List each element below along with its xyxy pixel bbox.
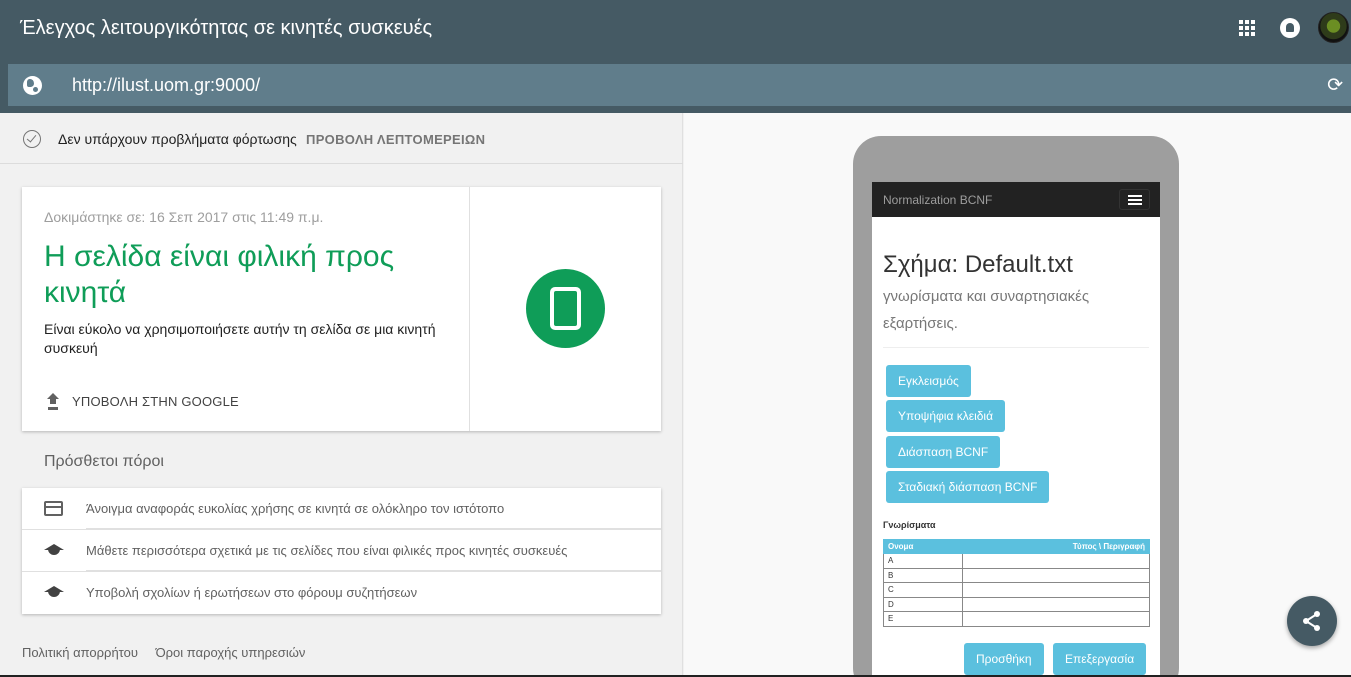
- preview-edit-button[interactable]: Επεξεργασία: [1053, 643, 1147, 675]
- table-header: Τύπος \ Περιγραφή: [962, 539, 1150, 554]
- resources-title: Πρόσθετοι πόροι: [44, 453, 164, 470]
- submit-to-google-button[interactable]: ΥΠΟΒΟΛΗ ΣΤΗΝ GOOGLE: [46, 391, 239, 411]
- reload-icon[interactable]: ⟳: [1327, 76, 1343, 95]
- table-header: Ονομα: [882, 539, 964, 554]
- result-card: Δοκιμάστηκε σε: 16 Σεπ 2017 στις 11:49 π…: [22, 187, 661, 431]
- web-icon: [44, 501, 63, 516]
- preview-candidate-keys-button[interactable]: Υποψήφια κλειδιά: [886, 400, 1006, 432]
- result-description: Είναι εύκολο να χρησιμοποιήσετε αυτήν τη…: [44, 321, 436, 356]
- resource-item-learn-more[interactable]: Μάθετε περισσότερα σχετικά με τις σελίδε…: [22, 530, 661, 572]
- url-bar: http://ilust.uom.gr:9000/ ⟳: [8, 64, 1351, 106]
- share-icon: [1303, 611, 1320, 631]
- submit-to-google-label: ΥΠΟΒΟΛΗ ΣΤΗΝ GOOGLE: [72, 393, 239, 409]
- table-row: D: [882, 596, 1150, 612]
- tested-timestamp: Δοκιμάστηκε σε: 16 Σεπ 2017 στις 11:49 π…: [44, 209, 324, 225]
- hamburger-menu-icon[interactable]: [1119, 189, 1150, 210]
- preview-divider: [883, 347, 1149, 348]
- preview-brand: Normalization BCNF: [883, 193, 993, 207]
- apps-grid-icon[interactable]: [1239, 20, 1255, 36]
- resource-item-full-report[interactable]: Άνοιγμα αναφοράς ευκολίας χρήσης σε κινη…: [22, 488, 661, 530]
- preview-attributes-table: Ονομα Τύπος \ Περιγραφή A B C D E: [882, 539, 1150, 627]
- globe-icon: [23, 76, 42, 95]
- share-button[interactable]: [1287, 596, 1337, 646]
- table-row: B: [882, 567, 1150, 583]
- mobile-friendly-phone-icon: [526, 269, 605, 348]
- resource-item-forum[interactable]: Υποβολή σχολίων ή ερωτήσεων στο φόρουμ σ…: [22, 572, 661, 614]
- school-icon: [44, 543, 64, 558]
- footer-links: Πολιτική απορρήτου Όροι παροχής υπηρεσιώ…: [22, 645, 319, 660]
- loading-status-row: Δεν υπάρχουν προβλήματα φόρτωσης ΠΡΟΒΟΛΗ…: [0, 113, 683, 164]
- notifications-icon[interactable]: [1280, 18, 1300, 38]
- card-divider: [469, 187, 470, 431]
- loading-status-text: Δεν υπάρχουν προβλήματα φόρτωσης: [58, 131, 297, 147]
- table-row: C: [882, 582, 1150, 598]
- page-title: Έλεγχος λειτουργικότητας σε κινητές συσκ…: [20, 17, 433, 39]
- resource-label: Υποβολή σχολίων ή ερωτήσεων στο φόρουμ σ…: [86, 585, 418, 600]
- table-row: E: [882, 611, 1150, 627]
- check-circle-icon: [23, 130, 41, 148]
- resource-label: Μάθετε περισσότερα σχετικά με τις σελίδε…: [86, 543, 568, 558]
- resources-list: Άνοιγμα αναφοράς ευκολίας χρήσης σε κινη…: [22, 488, 661, 614]
- preview-bcnf-decomposition-button[interactable]: Διάσπαση BCNF: [886, 436, 1001, 468]
- preview-stepwise-bcnf-button[interactable]: Σταδιακή διάσπαση BCNF: [886, 471, 1050, 503]
- privacy-policy-link[interactable]: Πολιτική απορρήτου: [22, 645, 138, 660]
- terms-of-service-link[interactable]: Όροι παροχής υπηρεσιών: [156, 645, 306, 660]
- app-header: Έλεγχος λειτουργικότητας σε κινητές συσκ…: [0, 0, 1351, 113]
- upload-icon: [46, 393, 60, 409]
- preview-subheading: γνωρίσματα και συναρτησιακές εξαρτήσεις.: [883, 288, 1090, 332]
- view-details-link[interactable]: ΠΡΟΒΟΛΗ ΛΕΠΤΟΜΕΡΕΙΩΝ: [306, 132, 485, 147]
- preview-closure-button[interactable]: Εγκλεισμός: [886, 365, 971, 397]
- avatar[interactable]: [1318, 12, 1349, 43]
- rendered-page-screen[interactable]: Normalization BCNF Σχήμα: Default.txt γν…: [872, 182, 1160, 677]
- preview-heading: Σχήμα: Default.txt: [883, 251, 1073, 278]
- result-headline: Η σελίδα είναι φιλική προς κινητά: [44, 240, 395, 309]
- results-pane: Δεν υπάρχουν προβλήματα φόρτωσης ΠΡΟΒΟΛΗ…: [0, 113, 683, 677]
- preview-add-button[interactable]: Προσθήκη: [964, 643, 1044, 675]
- school-icon: [44, 585, 64, 600]
- phone-frame: Normalization BCNF Σχήμα: Default.txt γν…: [853, 136, 1179, 677]
- table-row: A: [882, 553, 1150, 569]
- preview-pane: Normalization BCNF Σχήμα: Default.txt γν…: [684, 113, 1351, 677]
- preview-navbar: Normalization BCNF: [872, 182, 1160, 217]
- url-text[interactable]: http://ilust.uom.gr:9000/: [72, 75, 260, 96]
- resource-label: Άνοιγμα αναφοράς ευκολίας χρήσης σε κινη…: [86, 501, 505, 516]
- preview-table-label: Γνωρίσματα: [883, 520, 936, 530]
